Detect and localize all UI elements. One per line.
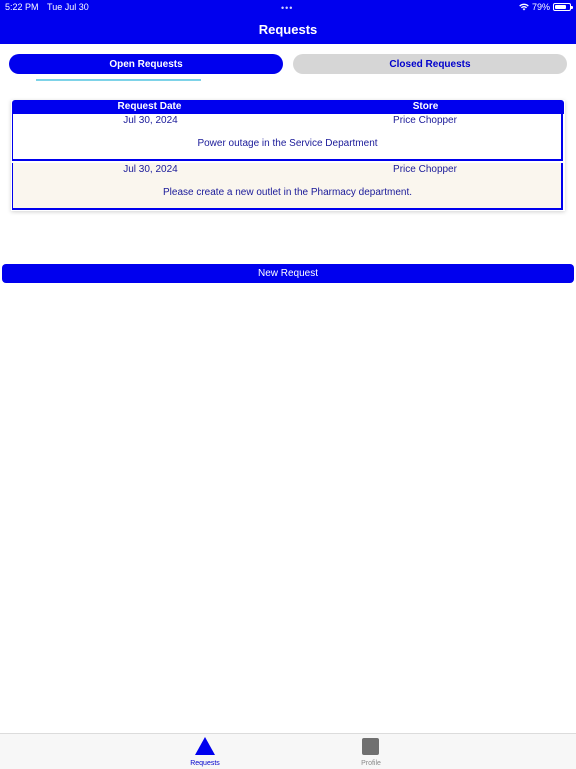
row-request-date: Jul 30, 2024	[123, 164, 178, 175]
tabbar-label-requests: Requests	[190, 760, 220, 767]
wifi-icon	[519, 3, 529, 11]
row-store: Price Chopper	[393, 115, 457, 126]
page-title: Requests	[258, 22, 318, 37]
battery-percent: 79%	[531, 2, 550, 12]
row-store: Price Chopper	[393, 164, 457, 175]
tabbar-item-requests[interactable]: Requests	[175, 736, 235, 768]
column-header-request-date: Request Date	[117, 101, 182, 112]
multitasking-dots[interactable]: •••	[281, 3, 293, 13]
triangle-icon	[195, 737, 215, 755]
square-icon	[362, 738, 379, 755]
row-request-date: Jul 30, 2024	[123, 115, 178, 126]
tabbar-label-profile: Profile	[361, 760, 381, 767]
tab-open-requests[interactable]: Open Requests	[9, 54, 283, 74]
table-row[interactable]: Jul 30, 2024 Price Chopper Please create…	[12, 163, 563, 210]
requests-table: Request Date Store Jul 30, 2024 Price Ch…	[11, 100, 565, 211]
battery-icon	[553, 3, 573, 11]
new-request-button[interactable]: New Request	[2, 264, 574, 283]
row-description: Power outage in the Service Department	[197, 138, 378, 149]
status-time: 5:22 PM Tue Jul 30	[5, 2, 89, 12]
tabbar-item-profile[interactable]: Profile	[341, 736, 401, 768]
row-description: Please create a new outlet in the Pharma…	[162, 187, 413, 198]
tab-closed-requests[interactable]: Closed Requests	[293, 54, 567, 74]
status-clock: 5:22 PM	[5, 2, 39, 12]
column-header-store: Store	[412, 101, 439, 112]
table-row[interactable]: Jul 30, 2024 Price Chopper Power outage …	[12, 114, 563, 161]
status-date: Tue Jul 30	[47, 2, 89, 12]
tab-bar: Requests Profile	[0, 733, 576, 769]
status-indicators: 79%	[519, 2, 573, 12]
selected-tab-indicator	[36, 79, 201, 81]
table-header: Request Date Store	[12, 100, 564, 114]
top-bar: 5:22 PM Tue Jul 30 ••• 79% Requests	[0, 0, 576, 44]
